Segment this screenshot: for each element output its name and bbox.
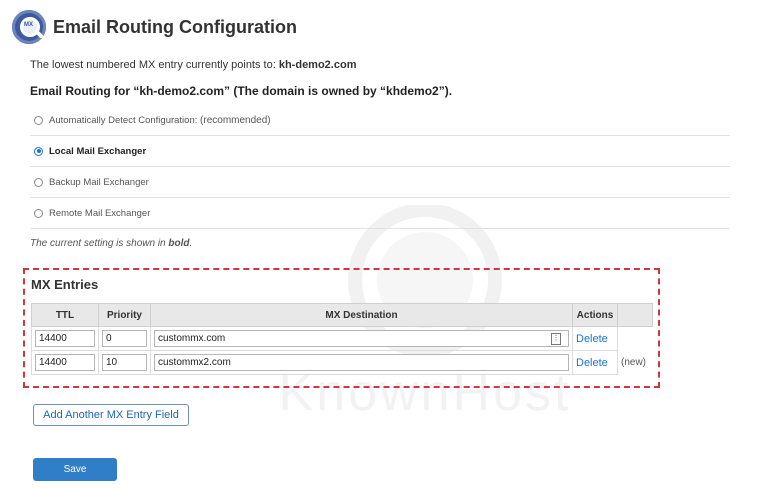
option-auto-detect[interactable]: Automatically Detect Configuration: (rec… <box>30 105 730 136</box>
delete-link[interactable]: Delete <box>576 333 608 345</box>
col-ttl: TTL <box>31 303 99 327</box>
routing-heading: Email Routing for “kh-demo2.com” (The do… <box>30 84 453 98</box>
autofill-key-icon[interactable]: ⋮ <box>551 333 561 345</box>
col-actions: Actions <box>572 303 618 327</box>
radio-backup[interactable] <box>34 177 43 187</box>
option-local[interactable]: Local Mail Exchanger <box>30 136 730 167</box>
radio-auto-detect[interactable] <box>34 115 43 125</box>
mx-destination-input[interactable] <box>154 330 569 347</box>
delete-link[interactable]: Delete <box>576 357 608 369</box>
mx-destination-input[interactable] <box>154 354 569 371</box>
current-setting-note: The current setting is shown in bold. <box>30 238 193 249</box>
page-header: MX Email Routing Configuration <box>12 10 297 44</box>
mx-entries-heading: MX Entries <box>31 277 99 292</box>
mx-entries-table: TTL Priority MX Destination Actions ⋮ De… <box>31 303 653 375</box>
table-row: ⋮ Delete <box>31 326 653 351</box>
email-routing-icon: MX <box>12 10 46 44</box>
save-button[interactable]: Save <box>33 458 117 481</box>
ttl-input[interactable] <box>35 354 95 371</box>
priority-input[interactable] <box>102 354 147 371</box>
routing-options: Automatically Detect Configuration: (rec… <box>30 105 730 229</box>
ttl-input[interactable] <box>35 330 95 347</box>
page-title: Email Routing Configuration <box>53 16 297 37</box>
mx-pointer-text: The lowest numbered MX entry currently p… <box>30 59 357 71</box>
radio-remote[interactable] <box>34 208 43 218</box>
new-entry-tag: (new) <box>621 357 647 368</box>
pointer-domain: kh-demo2.com <box>278 59 357 71</box>
col-priority: Priority <box>98 303 151 327</box>
col-mx-destination: MX Destination <box>150 303 573 327</box>
option-remote[interactable]: Remote Mail Exchanger <box>30 198 730 229</box>
option-backup[interactable]: Backup Mail Exchanger <box>30 167 730 198</box>
table-row: Delete (new) <box>31 350 653 375</box>
radio-local[interactable] <box>34 146 43 156</box>
priority-input[interactable] <box>102 330 147 347</box>
add-mx-entry-button[interactable]: Add Another MX Entry Field <box>33 404 189 426</box>
mx-entries-section: MX Entries TTL Priority MX Destination A… <box>23 268 660 388</box>
